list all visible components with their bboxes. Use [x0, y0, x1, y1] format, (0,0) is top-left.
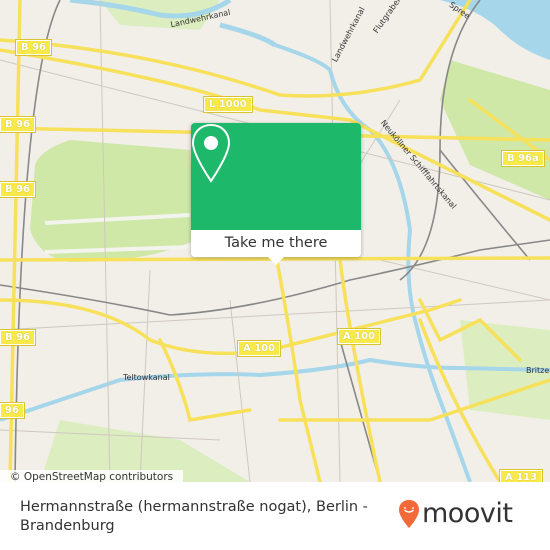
road-shield-b96: B 96 — [0, 181, 37, 198]
osm-attribution[interactable]: © OpenStreetMap contributors — [0, 470, 184, 482]
road-shield-b96: B 96 — [0, 329, 37, 346]
road-shield-a113: A 113 — [498, 469, 544, 482]
moovit-wordmark: moovit — [422, 498, 513, 529]
moovit-logo[interactable]: moovit — [398, 498, 513, 529]
label-britzer: Britzer — [526, 366, 550, 375]
road-shield-a100: A 100 — [236, 340, 282, 357]
moovit-pin-icon — [399, 500, 419, 528]
take-me-there-button[interactable]: Take me there — [191, 230, 361, 257]
label-teltowkanal: Teltowkanal — [123, 373, 170, 382]
footer: Hermannstraße (hermannstraße nogat), Ber… — [0, 484, 550, 550]
map[interactable]: B 96 B 96 B 96 B 96 96 L 1000 B 96a A 10… — [0, 0, 550, 482]
popup-pointer — [268, 257, 284, 265]
place-name: Hermannstraße (hermannstraße nogat), Ber… — [20, 499, 368, 534]
road-shield-l1000: L 1000 — [203, 96, 253, 113]
popup-header — [191, 123, 361, 230]
park-treptower — [440, 60, 550, 200]
water-teltowkanal — [0, 357, 550, 422]
road-shield-b96: 96 — [0, 402, 25, 419]
park-tempelhofer-feld — [30, 140, 195, 262]
map-pin-icon — [191, 123, 231, 183]
location-popup: Take me there — [191, 123, 361, 265]
road-shield-b96: B 96 — [14, 39, 53, 56]
road-shield-b96: B 96 — [0, 116, 37, 133]
road-shield-a100: A 100 — [336, 328, 382, 345]
road-shield-b96a: B 96a — [501, 150, 545, 167]
